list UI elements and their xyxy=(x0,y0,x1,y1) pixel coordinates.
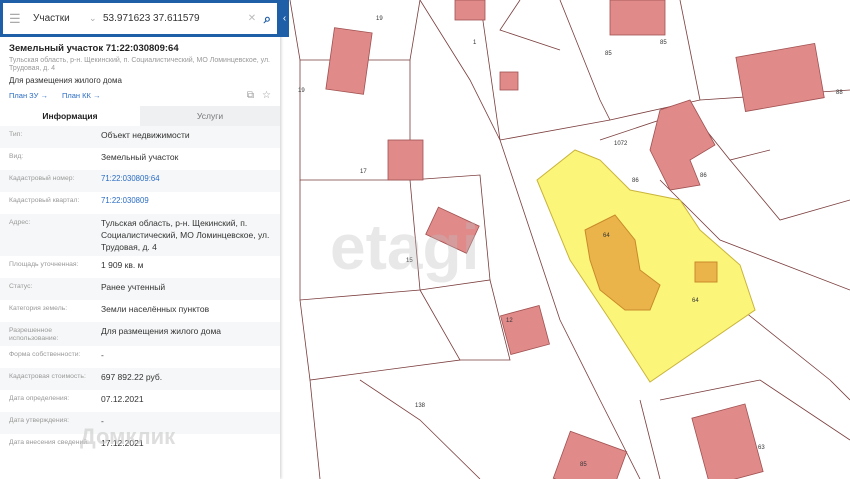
info-row: Разрешенное использование: Для размещения… xyxy=(0,322,280,346)
info-row: Площадь уточненная: 1 909 кв. м xyxy=(0,256,280,278)
search-bar: ☰ Участки ⌄ 53.971623 37.611579 ✕ ⌕ xyxy=(0,0,280,37)
info-row: Дата определения: 07.12.2021 xyxy=(0,390,280,412)
info-label: Разрешенное использование: xyxy=(9,327,59,342)
info-value[interactable]: 71:22:030809 xyxy=(101,195,271,207)
chevron-down-icon[interactable]: ⌄ xyxy=(89,13,103,24)
info-row: Тип: Объект недвижимости xyxy=(0,126,280,148)
menu-icon[interactable]: ☰ xyxy=(9,11,33,27)
svg-text:138: 138 xyxy=(415,403,426,409)
info-row: Форма собственности: - xyxy=(0,346,280,368)
info-row: Кадастровая стоимость: 697 892.22 руб. xyxy=(0,368,280,390)
svg-text:63: 63 xyxy=(758,445,765,451)
info-value: 1 909 кв. м xyxy=(101,260,144,270)
search-icon[interactable]: ⌕ xyxy=(264,11,271,27)
parcel-purpose: Для размещения жилого дома xyxy=(9,76,122,85)
info-label: Кадастровая стоимость: xyxy=(9,373,86,380)
info-label: Форма собственности: xyxy=(9,351,81,358)
svg-text:85: 85 xyxy=(580,462,587,468)
parcel-address: Тульская область, р-н. Щекинский, п. Соц… xyxy=(9,57,270,72)
svg-text:64: 64 xyxy=(603,233,610,239)
collapse-panel-button[interactable]: ‹ xyxy=(280,0,289,37)
info-value: 697 892.22 руб. xyxy=(101,372,163,382)
svg-text:86: 86 xyxy=(632,178,639,184)
tab-services[interactable]: Услуги xyxy=(140,106,280,126)
info-label: Кадастровый квартал: xyxy=(9,197,80,204)
clear-icon[interactable]: ✕ xyxy=(248,13,264,24)
info-panel: ☰ Участки ⌄ 53.971623 37.611579 ✕ ⌕ Земе… xyxy=(0,0,280,479)
svg-text:86: 86 xyxy=(700,173,707,179)
info-label: Адрес: xyxy=(9,219,31,226)
info-value: Тульская область, р-н. Щекинский, п. Соц… xyxy=(101,218,270,252)
info-label: Вид: xyxy=(9,153,24,160)
map-watermark: etagi xyxy=(330,211,480,283)
info-row: Адрес: Тульская область, р-н. Щекинский, … xyxy=(0,214,280,256)
plan-kk-link[interactable]: План КК → xyxy=(62,91,101,100)
info-label: Тип: xyxy=(9,131,23,138)
info-value: 07.12.2021 xyxy=(101,394,144,404)
info-label: Дата определения: xyxy=(9,395,70,402)
info-label: Кадастровый номер: xyxy=(9,175,75,182)
info-value: Земельный участок xyxy=(101,152,179,162)
info-row: Кадастровый квартал: 71:22:030809 xyxy=(0,192,280,214)
svg-text:1072: 1072 xyxy=(614,141,628,147)
info-value: Земли населённых пунктов xyxy=(101,304,210,314)
info-value[interactable]: 71:22:030809:64 xyxy=(101,173,271,185)
tab-info[interactable]: Информация xyxy=(0,106,140,126)
info-label: Статус: xyxy=(9,283,33,290)
info-label: Площадь уточненная: xyxy=(9,261,79,268)
info-row: Вид: Земельный участок xyxy=(0,148,280,170)
plan-zu-link[interactable]: План ЗУ → xyxy=(9,91,48,100)
svg-text:19: 19 xyxy=(298,88,305,94)
parcel-title: Земельный участок 71:22:030809:64 xyxy=(9,43,179,54)
info-value: Для размещения жилого дома xyxy=(101,326,222,336)
star-icon[interactable]: ☆ xyxy=(262,90,271,101)
copy-icon[interactable]: ⧉ xyxy=(247,90,254,101)
info-row: Кадастровый номер: 71:22:030809:64 xyxy=(0,170,280,192)
search-input[interactable]: 53.971623 37.611579 xyxy=(103,13,248,24)
svg-text:19: 19 xyxy=(376,16,383,22)
info-value: Ранее учтенный xyxy=(101,282,166,292)
svg-text:64: 64 xyxy=(692,298,699,304)
info-table: Тип: Объект недвижимости Вид: Земельный уча… xyxy=(0,126,280,456)
panel-watermark: Домклик xyxy=(80,424,176,449)
svg-text:88: 88 xyxy=(836,90,843,96)
info-value: - xyxy=(101,350,104,360)
layer-select[interactable]: Участки xyxy=(33,13,89,24)
info-value: Объект недвижимости xyxy=(101,130,190,140)
info-row: Статус: Ранее учтенный xyxy=(0,278,280,300)
svg-text:85: 85 xyxy=(605,51,612,57)
svg-text:17: 17 xyxy=(360,169,367,175)
info-row: Категория земель: Земли населённых пункто… xyxy=(0,300,280,322)
svg-text:12: 12 xyxy=(506,318,513,324)
info-label: Категория земель: xyxy=(9,305,68,312)
svg-text:85: 85 xyxy=(660,40,667,46)
